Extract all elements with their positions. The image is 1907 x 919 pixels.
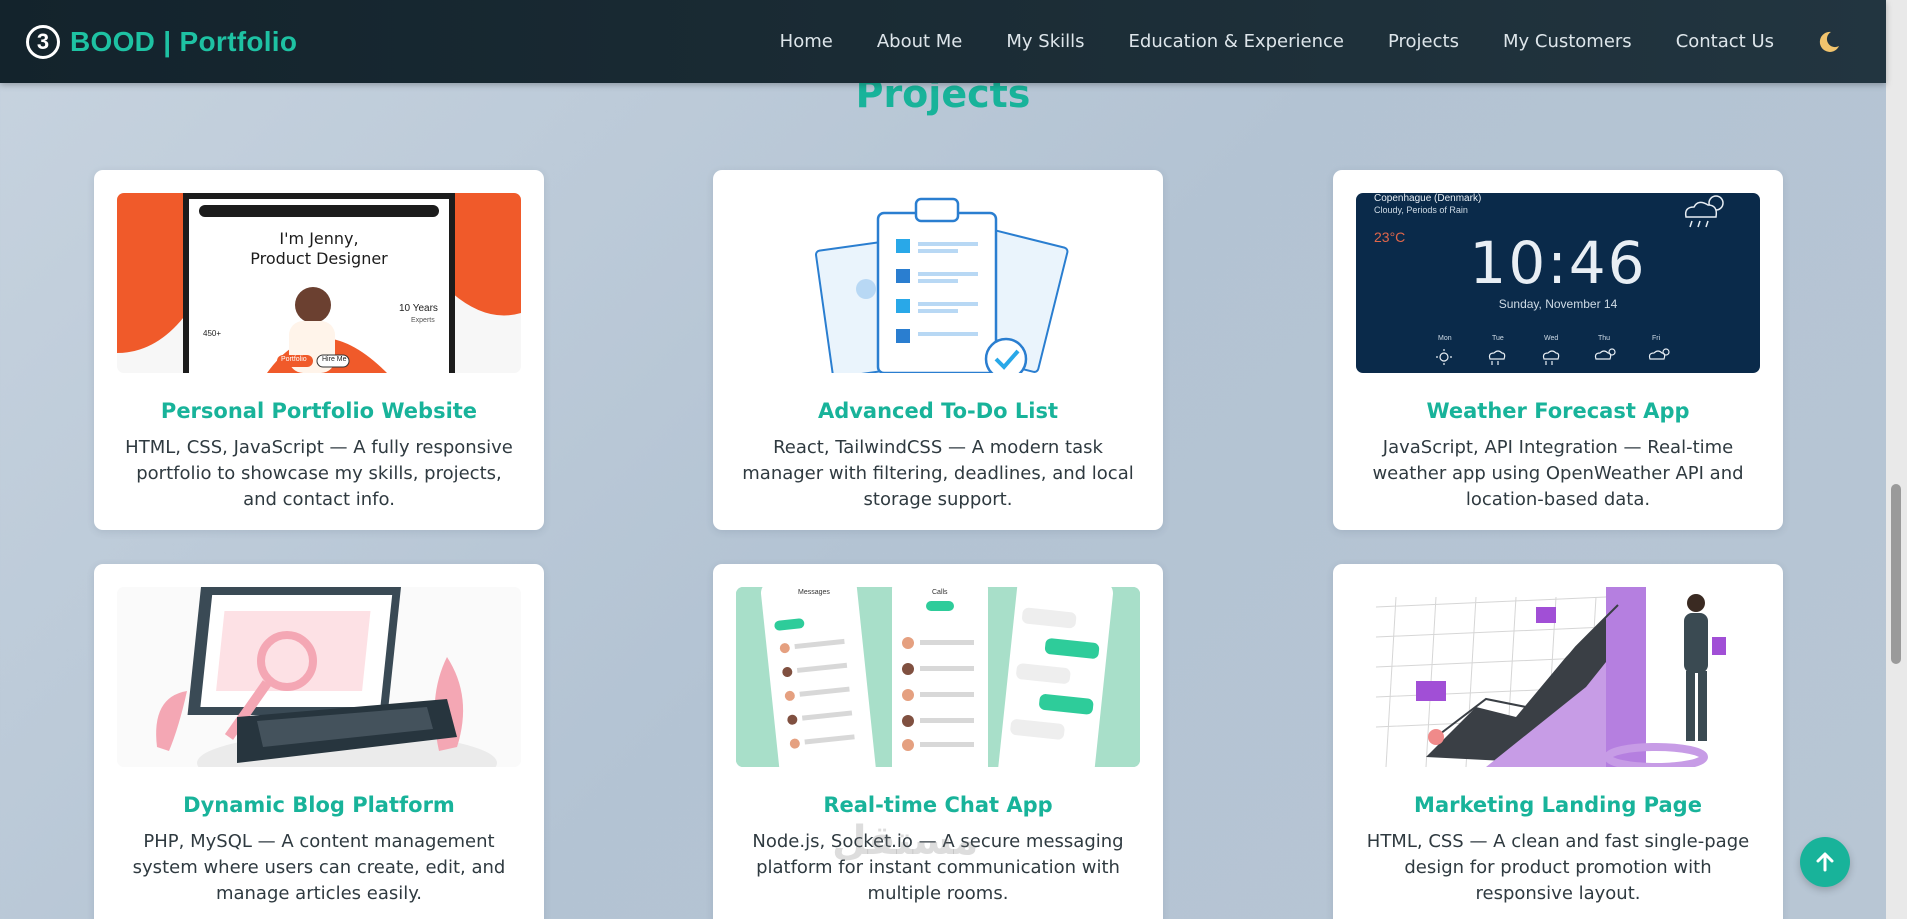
project-title: Dynamic Blog Platform: [183, 793, 455, 817]
weather-city: Copenhague (Denmark): [1374, 193, 1482, 204]
nav-link-contact-us[interactable]: Contact Us: [1654, 31, 1796, 52]
nav-link-projects[interactable]: Projects: [1366, 31, 1481, 52]
project-thumbnail: [117, 587, 521, 767]
hire-me-mini-button: Hire Me: [322, 356, 347, 363]
project-description: JavaScript, API Integration — Real-time …: [1372, 437, 1744, 510]
nav-links: Home About Me My Skills Education & Expe…: [758, 28, 1860, 56]
brand-name: BOOD | Portfolio: [70, 25, 298, 57]
hero-line1: I'm Jenny,: [279, 229, 359, 248]
project-card[interactable]: Advanced To-Do List React, TailwindCSS —…: [713, 170, 1163, 530]
day-label: Thu: [1598, 335, 1611, 342]
scrollbar-thumb[interactable]: [1891, 484, 1901, 664]
project-card[interactable]: I'm Jenny, Product Designer 10 Years Exp…: [94, 170, 544, 530]
project-description: PHP, MySQL — A content management system…: [132, 831, 506, 904]
watermark-logo: مستقل: [832, 818, 979, 864]
weather-condition: Cloudy, Periods of Rain: [1374, 205, 1468, 215]
hero-line2: Product Designer: [250, 249, 388, 268]
day-label: Mon: [1438, 335, 1452, 342]
project-thumbnail: [1356, 587, 1760, 767]
project-title: Weather Forecast App: [1426, 399, 1690, 423]
nav-link-my-customers[interactable]: My Customers: [1481, 31, 1654, 52]
arrow-up-icon: [1816, 852, 1834, 872]
nav-link-about-me[interactable]: About Me: [855, 31, 985, 52]
project-title: Real-time Chat App: [823, 793, 1053, 817]
portfolio-mini-button: Portfolio: [281, 356, 307, 363]
brand-badge: 3: [26, 24, 60, 59]
project-description: HTML, CSS, JavaScript — A fully responsi…: [125, 437, 513, 510]
project-title: Personal Portfolio Website: [160, 399, 478, 423]
day-label: Tue: [1492, 335, 1504, 342]
project-thumbnail: [736, 193, 1140, 373]
page-scrollbar[interactable]: [1886, 0, 1907, 919]
navbar: 3 BOOD | Portfolio Home About Me My Skil…: [0, 0, 1886, 83]
forecast-icons: [1436, 348, 1670, 365]
project-card[interactable]: Marketing Landing Page HTML, CSS — A cle…: [1333, 564, 1783, 919]
brand-logo[interactable]: 3 BOOD | Portfolio: [26, 24, 298, 59]
stat-label: 450+: [203, 329, 222, 338]
project-description: React, TailwindCSS — A modern task manag…: [742, 437, 1134, 510]
project-card[interactable]: Copenhague (Denmark) Cloudy, Periods of …: [1333, 170, 1783, 530]
years-sub: Experts: [411, 317, 435, 324]
project-thumbnail: Messages Calls: [736, 587, 1140, 767]
chat-app-title: Messages: [798, 589, 830, 596]
day-label: Fri: [1652, 335, 1661, 342]
weather-time: 10:46: [1469, 229, 1647, 297]
years-label: 10 Years: [399, 303, 438, 314]
scroll-to-top-button[interactable]: [1800, 837, 1850, 887]
nav-link-my-skills[interactable]: My Skills: [984, 31, 1106, 52]
chat-tab-title: Calls: [932, 589, 948, 596]
nav-link-home[interactable]: Home: [758, 31, 855, 52]
project-card[interactable]: Dynamic Blog Platform PHP, MySQL — A con…: [94, 564, 544, 919]
weather-date: Sunday, November 14: [1498, 297, 1618, 311]
project-thumbnail: I'm Jenny, Product Designer 10 Years Exp…: [117, 193, 521, 373]
moon-icon[interactable]: [1814, 28, 1842, 56]
nav-link-education-experience[interactable]: Education & Experience: [1107, 31, 1366, 52]
project-card[interactable]: Messages Calls Real-time Chat App Node.j…: [713, 564, 1163, 919]
cloud-rain-icon: [1684, 195, 1724, 228]
day-label: Wed: [1544, 335, 1559, 342]
project-description: HTML, CSS — A clean and fast single-page…: [1366, 831, 1750, 904]
project-title: Advanced To-Do List: [817, 399, 1059, 423]
project-title: Marketing Landing Page: [1414, 793, 1702, 817]
project-thumbnail: Copenhague (Denmark) Cloudy, Periods of …: [1356, 193, 1760, 373]
